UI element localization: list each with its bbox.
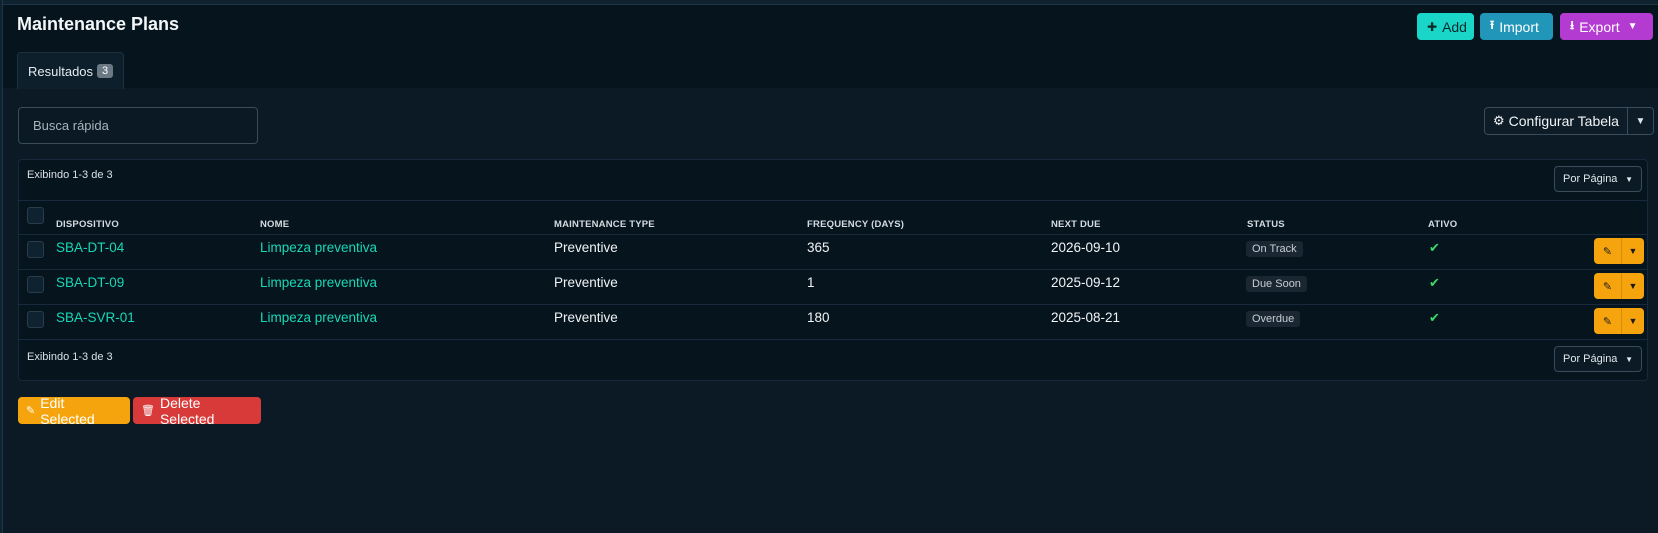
divider bbox=[19, 200, 1647, 201]
row-edit-button[interactable]: ✎ bbox=[1594, 308, 1622, 334]
plan-name-link[interactable]: Limpeza preventiva bbox=[260, 240, 377, 255]
gear-icon: ⚙ bbox=[1493, 113, 1505, 128]
edit-selected-label: Edit Selected bbox=[40, 394, 95, 427]
device-link[interactable]: SBA-SVR-01 bbox=[56, 310, 135, 325]
pencil-icon: ✎ bbox=[1602, 245, 1613, 258]
import-button-label: Import bbox=[1499, 18, 1539, 35]
pagination-info-top: Exibindo 1-3 de 3 bbox=[27, 169, 113, 181]
edit-selected-button[interactable]: ✎ Edit Selected bbox=[18, 394, 130, 427]
column-header-name[interactable]: NOME bbox=[260, 219, 289, 230]
check-icon: ✔ bbox=[1429, 240, 1440, 255]
chevron-down-icon: ▼ bbox=[1635, 115, 1646, 127]
check-icon: ✔ bbox=[1429, 310, 1440, 325]
plus-icon: ✚ bbox=[1427, 19, 1438, 34]
upload-icon: ⭱ bbox=[1490, 18, 1495, 32]
row-actions-dropdown[interactable]: ▼ bbox=[1622, 273, 1644, 299]
column-header-status[interactable]: STATUS bbox=[1247, 219, 1285, 230]
trash-icon: 🗑 bbox=[141, 405, 155, 417]
per-page-select-bottom[interactable]: Por Página ▼ bbox=[1554, 346, 1642, 372]
status-badge: On Track bbox=[1246, 241, 1303, 257]
next-due-cell: 2026-09-10 bbox=[1051, 240, 1121, 255]
quick-search-input[interactable] bbox=[18, 107, 258, 144]
device-link[interactable]: SBA-DT-09 bbox=[56, 275, 124, 290]
column-header-maintenance-type[interactable]: MAINTENANCE TYPE bbox=[554, 219, 655, 230]
row-edit-button[interactable]: ✎ bbox=[1594, 273, 1622, 299]
maintenance-type-cell: Preventive bbox=[554, 275, 618, 290]
chevron-down-icon: ▼ bbox=[1628, 246, 1638, 256]
plan-name-link[interactable]: Limpeza preventiva bbox=[260, 310, 377, 325]
column-header-next-due[interactable]: NEXT DUE bbox=[1051, 219, 1101, 230]
per-page-select-top[interactable]: Por Página ▼ bbox=[1554, 166, 1642, 192]
per-page-label: Por Página bbox=[1563, 353, 1618, 365]
frequency-cell: 365 bbox=[807, 240, 830, 255]
frequency-cell: 180 bbox=[807, 310, 830, 325]
maintenance-type-cell: Preventive bbox=[554, 240, 618, 255]
tab-label: Resultados bbox=[28, 63, 94, 79]
per-page-label: Por Página bbox=[1563, 173, 1618, 185]
chevron-down-icon: ▼ bbox=[1628, 281, 1638, 291]
row-edit-button[interactable]: ✎ bbox=[1594, 238, 1622, 264]
results-panel: Exibindo 1-3 de 3 Por Página ▼ DISPOSITI… bbox=[18, 159, 1648, 381]
plan-name-link[interactable]: Limpeza preventiva bbox=[260, 275, 377, 290]
pencil-icon: ✎ bbox=[26, 405, 36, 417]
row-checkbox[interactable] bbox=[27, 311, 44, 328]
divider bbox=[19, 304, 1647, 305]
column-header-frequency[interactable]: FREQUENCY (DAYS) bbox=[807, 219, 904, 230]
column-header-device[interactable]: DISPOSITIVO bbox=[56, 219, 119, 230]
chevron-down-icon: ▼ bbox=[1625, 354, 1633, 364]
configure-table-control: ⚙ Configurar Tabela ▼ bbox=[1484, 107, 1654, 135]
row-actions: ✎ ▼ bbox=[1594, 273, 1644, 299]
delete-selected-button[interactable]: 🗑 Delete Selected bbox=[133, 394, 261, 427]
pagination-info-bottom: Exibindo 1-3 de 3 bbox=[27, 351, 113, 363]
result-count-badge: 3 bbox=[97, 64, 114, 78]
check-icon: ✔ bbox=[1429, 275, 1440, 290]
next-due-cell: 2025-08-21 bbox=[1051, 310, 1121, 325]
chevron-down-icon: ▼ bbox=[1628, 316, 1638, 326]
configure-table-label: Configurar Tabela bbox=[1508, 113, 1619, 129]
add-button[interactable]: ✚ Add bbox=[1417, 13, 1474, 40]
maintenance-type-cell: Preventive bbox=[554, 310, 618, 325]
row-actions-dropdown[interactable]: ▼ bbox=[1622, 308, 1644, 334]
status-badge: Due Soon bbox=[1246, 276, 1307, 292]
chevron-down-icon: ▼ bbox=[1625, 174, 1633, 184]
export-button[interactable]: ⭳ Export ▼ bbox=[1560, 13, 1653, 40]
export-button-label: Export bbox=[1579, 18, 1620, 35]
row-actions: ✎ ▼ bbox=[1594, 308, 1644, 334]
status-badge: Overdue bbox=[1246, 311, 1301, 327]
import-button[interactable]: ⭱ Import bbox=[1480, 13, 1553, 40]
select-all-checkbox[interactable] bbox=[27, 207, 44, 224]
configure-table-dropdown[interactable]: ▼ bbox=[1628, 108, 1653, 134]
divider bbox=[19, 339, 1647, 340]
row-checkbox[interactable] bbox=[27, 276, 44, 293]
device-link[interactable]: SBA-DT-04 bbox=[56, 240, 124, 255]
frequency-cell: 1 bbox=[807, 275, 815, 290]
delete-selected-label: Delete Selected bbox=[159, 394, 215, 427]
download-icon: ⭳ bbox=[1570, 18, 1575, 32]
row-actions-dropdown[interactable]: ▼ bbox=[1622, 238, 1644, 264]
divider bbox=[19, 269, 1647, 270]
configure-table-button[interactable]: ⚙ Configurar Tabela bbox=[1485, 108, 1628, 134]
pencil-icon: ✎ bbox=[1602, 280, 1613, 293]
tab-resultados[interactable]: Resultados 3 bbox=[17, 52, 125, 89]
next-due-cell: 2025-09-12 bbox=[1051, 275, 1121, 290]
add-button-label: Add bbox=[1442, 18, 1467, 35]
row-actions: ✎ ▼ bbox=[1594, 238, 1644, 264]
pencil-icon: ✎ bbox=[1602, 315, 1613, 328]
page-header: Maintenance Plans ✚ Add ⭱ Import ⭳ Expor… bbox=[3, 5, 1658, 89]
chevron-down-icon: ▼ bbox=[1627, 21, 1638, 32]
row-checkbox[interactable] bbox=[27, 241, 44, 258]
page-title: Maintenance Plans bbox=[17, 14, 180, 34]
column-header-active[interactable]: ATIVO bbox=[1428, 219, 1457, 230]
divider bbox=[19, 234, 1647, 235]
